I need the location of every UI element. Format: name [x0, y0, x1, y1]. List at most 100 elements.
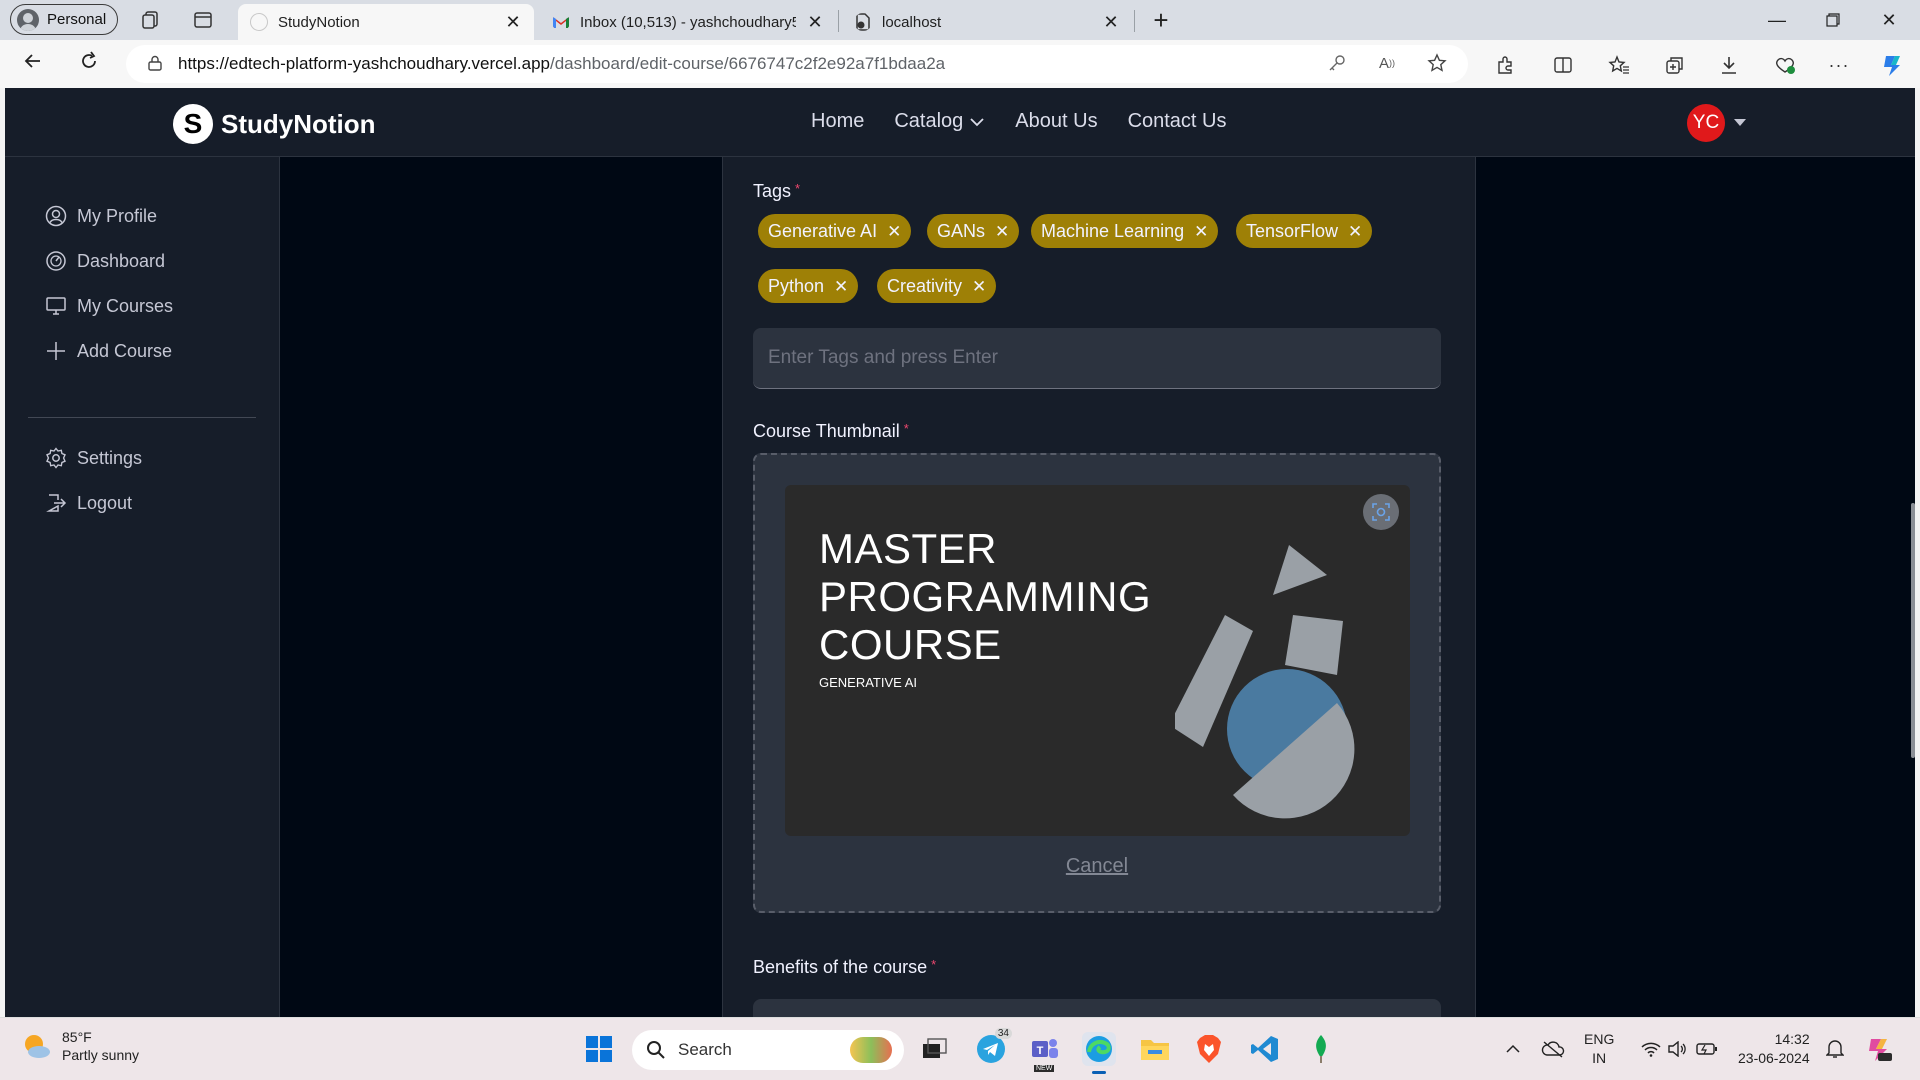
sidebar-item-add-course[interactable]: Add Course [45, 340, 172, 362]
minimize-icon[interactable]: — [1754, 6, 1800, 34]
workspaces-icon[interactable] [140, 9, 162, 31]
required-mark: * [931, 957, 937, 972]
sidebar-item-my-profile[interactable]: My Profile [45, 205, 157, 227]
page-icon [856, 13, 870, 31]
browser-profile-button[interactable]: Personal [10, 4, 118, 35]
sidebar-item-label: My Profile [77, 205, 158, 226]
sidebar-item-label: Dashboard [77, 250, 166, 271]
benefits-label-text: Benefits of the course [753, 957, 928, 977]
key-icon[interactable] [1326, 52, 1348, 74]
chevron-up-icon[interactable] [1496, 1032, 1530, 1066]
nav-links: Home Catalog About Us Contact Us [811, 110, 1227, 133]
onedrive-offline-icon[interactable] [1536, 1032, 1570, 1066]
nav-catalog[interactable]: Catalog [894, 110, 985, 133]
file-explorer-icon[interactable] [1138, 1032, 1172, 1066]
logo-badge-icon: S [173, 104, 213, 144]
collections-icon[interactable] [1662, 52, 1688, 78]
nav-about-us[interactable]: About Us [1015, 110, 1097, 133]
task-view-icon[interactable] [918, 1032, 952, 1066]
copilot-preview-icon[interactable] [1862, 1032, 1896, 1066]
language-indicator[interactable]: ENG IN [1584, 1030, 1614, 1068]
sidebar-item-settings[interactable]: Settings [45, 447, 142, 469]
sidebar-item-dashboard[interactable]: Dashboard [45, 250, 165, 272]
telegram-icon[interactable]: 34 [974, 1028, 1012, 1066]
volume-icon[interactable] [1660, 1032, 1694, 1066]
site-logo[interactable]: S StudyNotion [173, 104, 376, 144]
thumbnail-upload-area[interactable]: MASTER PROGRAMMING COURSE GENERATIVE AI … [753, 453, 1441, 913]
visual-search-icon[interactable] [1363, 494, 1399, 530]
remove-tag-icon[interactable]: ✕ [1348, 223, 1362, 240]
close-tab-icon[interactable]: ✕ [1102, 12, 1120, 33]
system-clock[interactable]: 14:32 23-06-2024 [1738, 1030, 1810, 1068]
back-icon[interactable] [22, 50, 44, 72]
benefits-textarea[interactable] [753, 999, 1441, 1017]
downloads-icon[interactable] [1716, 52, 1742, 78]
extensions-icon[interactable] [1492, 52, 1518, 78]
brave-icon[interactable] [1192, 1032, 1226, 1066]
weather-condition: Partly sunny [62, 1047, 140, 1063]
tags-label: Tags * [753, 181, 800, 202]
nav-contact-us[interactable]: Contact Us [1128, 110, 1227, 133]
tab-localhost[interactable]: localhost ✕ [842, 4, 1132, 40]
tab-inbox[interactable]: Inbox (10,513) - yashchoudhary5 ✕ [540, 4, 836, 40]
browser-essentials-icon[interactable] [1772, 52, 1798, 78]
split-screen-icon[interactable] [1550, 52, 1576, 78]
caret-down-icon[interactable] [1734, 119, 1746, 126]
refresh-icon[interactable] [78, 50, 100, 72]
read-aloud-icon[interactable]: A)) [1376, 52, 1398, 74]
restore-icon[interactable] [1810, 6, 1856, 34]
plus-icon [47, 342, 65, 360]
cancel-thumbnail-link[interactable]: Cancel [755, 855, 1439, 878]
site-navbar: S StudyNotion Home Catalog About Us Cont… [5, 88, 1915, 157]
partly-sunny-icon [25, 1035, 50, 1058]
telegram-badge: 34 [994, 1028, 1012, 1039]
nav-home[interactable]: Home [811, 110, 864, 133]
close-window-icon[interactable]: ✕ [1866, 6, 1912, 34]
gear-icon [46, 447, 66, 469]
sidebar-item-label: Settings [77, 447, 143, 468]
sidebar-divider [28, 417, 256, 418]
thumbnail-preview: MASTER PROGRAMMING COURSE GENERATIVE AI [785, 485, 1410, 836]
remove-tag-icon[interactable]: ✕ [887, 223, 901, 240]
edge-icon[interactable] [1082, 1032, 1116, 1074]
vscode-icon[interactable] [1248, 1032, 1282, 1066]
teams-icon[interactable]: T NEW [1028, 1032, 1062, 1072]
search-icon [647, 1041, 665, 1059]
gmail-icon [553, 17, 569, 28]
tab-studynotion[interactable]: StudyNotion ✕ [238, 4, 534, 40]
tag-chip-label: Creativity [887, 275, 963, 296]
dashboard-icon [46, 251, 66, 271]
favorite-star-icon[interactable] [1426, 52, 1448, 74]
copilot-icon[interactable] [1880, 52, 1906, 78]
start-icon[interactable] [582, 1032, 616, 1066]
tags-input[interactable]: Enter Tags and press Enter [753, 328, 1441, 389]
url-path: /dashboard/edit-course/6676747c2f2e92a7f… [550, 54, 946, 73]
url-input[interactable]: https://edtech-platform-yashchoudhary.ve… [126, 45, 1468, 83]
weather-widget[interactable]: 85°F Partly sunny [20, 1028, 139, 1064]
notification-bell-icon[interactable] [1818, 1032, 1852, 1066]
close-tab-icon[interactable]: ✕ [806, 12, 824, 33]
mongodb-icon[interactable] [1304, 1032, 1338, 1066]
user-avatar[interactable]: YC [1687, 104, 1725, 142]
more-options-icon[interactable]: ··· [1826, 52, 1852, 78]
close-tab-icon[interactable]: ✕ [504, 12, 522, 33]
benefits-label: Benefits of the course * [753, 957, 936, 978]
new-tab-icon[interactable]: + [1150, 5, 1172, 35]
tab-actions-icon[interactable] [192, 9, 214, 31]
remove-tag-icon[interactable]: ✕ [972, 278, 986, 295]
battery-icon[interactable] [1690, 1032, 1724, 1066]
sidebar-item-my-courses[interactable]: My Courses [45, 295, 173, 317]
remove-tag-icon[interactable]: ✕ [1194, 223, 1208, 240]
sidebar-item-label: Logout [77, 492, 133, 513]
tab-separator [838, 10, 839, 32]
tag-chip-label: Python [768, 275, 825, 296]
remove-tag-icon[interactable]: ✕ [834, 278, 848, 295]
favorites-icon[interactable] [1606, 52, 1632, 78]
tag-chip-label: Machine Learning [1041, 220, 1185, 241]
language-code: ENG [1584, 1031, 1615, 1047]
taskbar-search[interactable]: Search [632, 1030, 904, 1070]
sidebar-item-logout[interactable]: Logout [45, 492, 132, 514]
remove-tag-icon[interactable]: ✕ [995, 223, 1009, 240]
page-scrollbar[interactable] [1911, 503, 1915, 758]
profile-label: Personal [47, 11, 107, 28]
